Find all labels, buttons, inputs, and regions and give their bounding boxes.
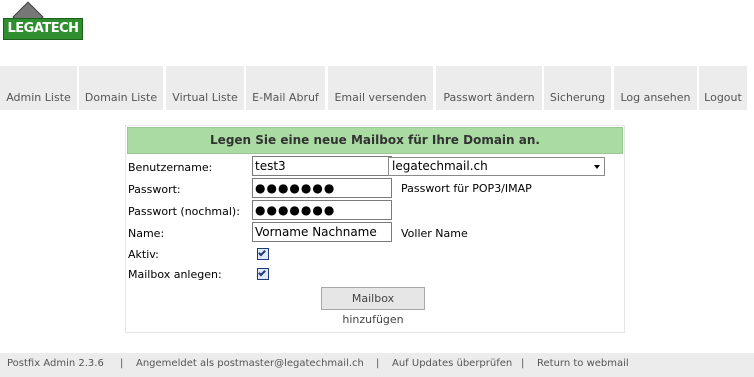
create-mailbox-checkbox[interactable] (257, 268, 269, 280)
menu-item-email-abruf[interactable]: E-Mail Abruf (246, 66, 325, 110)
footer-separator: | (521, 358, 525, 369)
logged-in-text: Angemeldet als postmaster@legatechmail.c… (136, 358, 364, 369)
menu-item-log-ansehen[interactable]: Log ansehen (614, 66, 697, 110)
menu-item-domain-liste[interactable]: Domain Liste (79, 66, 163, 110)
menu-item-logout[interactable]: Logout (699, 66, 747, 110)
active-checkbox[interactable] (257, 248, 269, 260)
name-input[interactable]: Vorname Nachname (252, 222, 392, 242)
name-hint: Voller Name (401, 227, 468, 240)
main-menu: Admin Liste Domain Liste Virtual Liste E… (0, 66, 754, 110)
return-to-webmail-link[interactable]: Return to webmail (537, 353, 629, 375)
logo-text: LEGATECH (3, 18, 83, 40)
menu-item-passwort-aendern[interactable]: Passwort ändern (436, 66, 542, 110)
create-mailbox-label: Mailbox anlegen: (128, 268, 222, 281)
menu-item-admin-liste[interactable]: Admin Liste (0, 66, 77, 110)
footer-separator: | (376, 358, 380, 369)
menu-item-email-versenden[interactable]: Email versenden (328, 66, 433, 110)
username-label: Benutzername: (128, 161, 213, 174)
menu-item-sicherung[interactable]: Sicherung (544, 66, 611, 110)
domain-select[interactable]: legatechmail.ch (388, 157, 605, 176)
active-label: Aktiv: (128, 248, 159, 261)
menu-item-virtual-liste[interactable]: Virtual Liste (166, 66, 244, 110)
password-repeat-label: Passwort (nochmal): (128, 205, 240, 218)
check-updates-link[interactable]: Auf Updates überprüfen (392, 353, 512, 375)
password-hint: Passwort für POP3/IMAP (401, 182, 532, 195)
logo: LEGATECH (3, 1, 83, 40)
create-mailbox-form: Legen Sie eine neue Mailbox für Ihre Dom… (125, 125, 625, 333)
password-label: Passwort: (128, 183, 181, 196)
username-input[interactable]: test3 (252, 156, 392, 176)
footer-separator: | (120, 358, 124, 369)
domain-select-value: legatechmail.ch (392, 159, 488, 173)
footer: Postfix Admin 2.3.6 | Angemeldet als pos… (0, 353, 754, 377)
checkmark-icon (258, 248, 266, 257)
form-title: Legen Sie eine neue Mailbox für Ihre Dom… (127, 127, 623, 154)
password-input[interactable]: ●●●●●●● (252, 178, 392, 198)
password-repeat-input[interactable]: ●●●●●●● (252, 200, 392, 220)
chevron-down-icon (594, 165, 600, 169)
version-link[interactable]: Postfix Admin 2.3.6 (7, 353, 104, 375)
name-label: Name: (128, 227, 165, 240)
checkmark-icon (258, 268, 266, 277)
add-mailbox-button[interactable]: Mailbox hinzufügen (321, 287, 425, 326)
